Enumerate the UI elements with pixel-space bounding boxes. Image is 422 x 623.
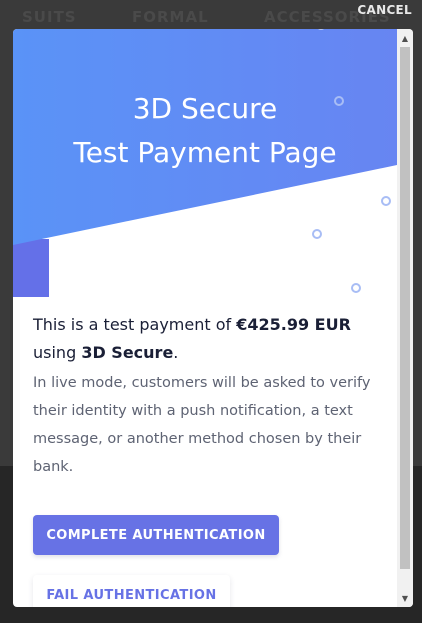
payment-amount: €425.99 EUR — [236, 315, 351, 334]
fail-authentication-button[interactable]: FAIL AUTHENTICATION — [33, 575, 230, 607]
payment-info: This is a test payment of €425.99 EUR usi… — [33, 311, 383, 481]
scrollbar-thumb[interactable] — [400, 47, 410, 569]
payment-modal: 3D Secure Test Payment Page This is a te… — [13, 29, 413, 607]
hero-dark-stripe — [13, 239, 49, 297]
cancel-button[interactable]: CANCEL — [357, 3, 412, 17]
arrow-down-icon[interactable]: ▼ — [397, 591, 413, 607]
page-title-line1: 3D Secure — [132, 92, 278, 125]
arrow-up-icon[interactable]: ▲ — [397, 31, 413, 47]
decor-circle — [351, 283, 361, 293]
page-title: 3D Secure Test Payment Page — [13, 87, 397, 175]
complete-authentication-button[interactable]: COMPLETE AUTHENTICATION — [33, 515, 279, 555]
summary-middle: using — [33, 343, 82, 362]
nav-item-suits: SUITS — [22, 8, 77, 26]
summary-prefix: This is a test payment of — [33, 315, 237, 334]
decor-circle — [312, 229, 322, 239]
nav-item-formal: FORMAL — [132, 8, 209, 26]
page-title-line2: Test Payment Page — [73, 136, 337, 169]
modal-content: 3D Secure Test Payment Page This is a te… — [13, 29, 397, 607]
hero-banner: 3D Secure Test Payment Page — [13, 29, 397, 299]
payment-description: In live mode, customers will be asked to… — [33, 375, 371, 475]
summary-suffix: . — [173, 343, 179, 362]
modal-scrollbar[interactable]: ▲ ▼ — [397, 29, 413, 607]
payment-method: 3D Secure — [81, 343, 174, 362]
payment-summary: This is a test payment of €425.99 EUR usi… — [33, 311, 383, 367]
decor-circle — [381, 196, 391, 206]
